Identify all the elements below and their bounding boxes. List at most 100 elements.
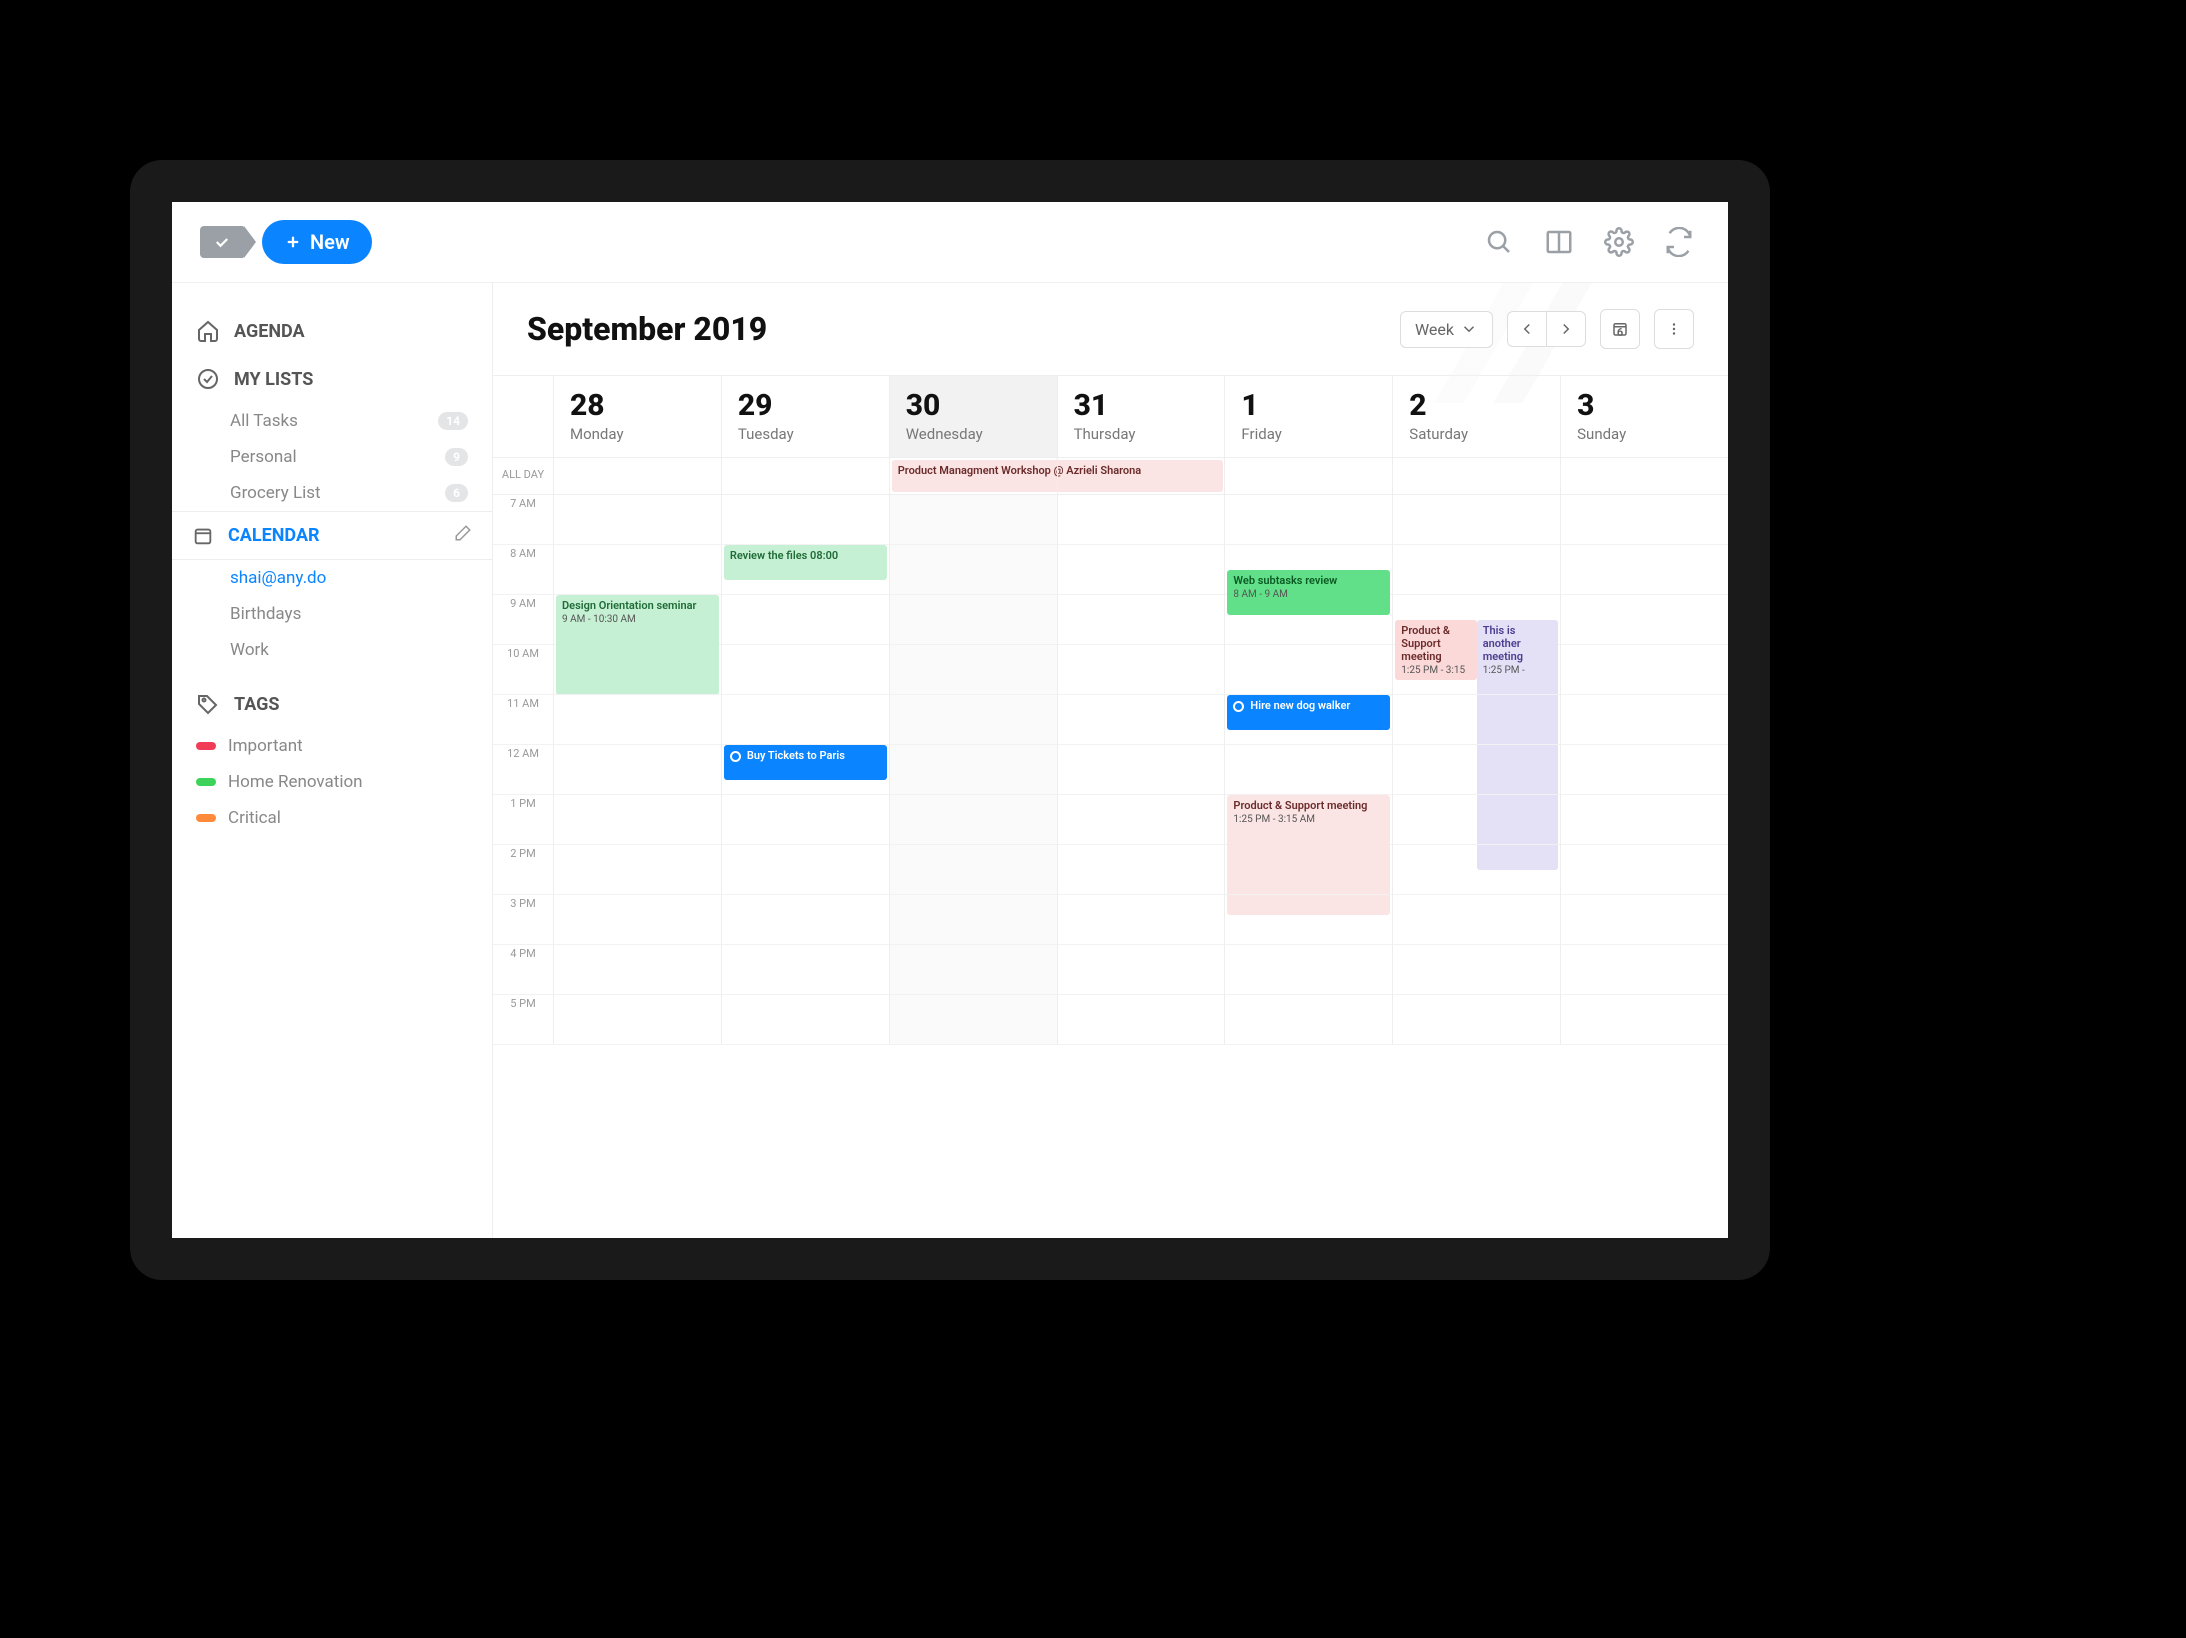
more-menu-button[interactable] bbox=[1654, 309, 1694, 349]
allday-cell[interactable] bbox=[553, 458, 721, 494]
hour-cell[interactable] bbox=[553, 995, 721, 1045]
sidebar-calendar[interactable]: CALENDAR bbox=[172, 511, 492, 560]
hour-cell[interactable] bbox=[1057, 945, 1225, 995]
search-icon[interactable] bbox=[1478, 221, 1520, 263]
hour-cell[interactable] bbox=[1057, 645, 1225, 695]
hour-cell[interactable] bbox=[889, 695, 1057, 745]
allday-cell[interactable] bbox=[1392, 458, 1560, 494]
hour-cell[interactable] bbox=[889, 845, 1057, 895]
hour-cell[interactable] bbox=[553, 795, 721, 845]
today-button[interactable]: 6 bbox=[1600, 309, 1640, 349]
sidebar-list-item[interactable]: All Tasks14 bbox=[172, 403, 492, 439]
hour-cell[interactable] bbox=[553, 545, 721, 595]
sidebar-calendar-item[interactable]: shai@any.do bbox=[172, 560, 492, 596]
hour-cell[interactable] bbox=[721, 945, 889, 995]
day-header[interactable]: 3Sunday bbox=[1560, 376, 1728, 457]
hour-cell[interactable] bbox=[1224, 745, 1392, 795]
hour-cell[interactable]: Web subtasks review8 AM - 9 AM bbox=[1224, 545, 1392, 595]
sidebar-tags[interactable]: TAGS bbox=[172, 680, 492, 728]
hour-cell[interactable] bbox=[721, 695, 889, 745]
sidebar-tag-item[interactable]: Home Renovation bbox=[172, 764, 492, 800]
sidebar-mylists[interactable]: MY LISTS bbox=[172, 355, 492, 403]
hour-cell[interactable] bbox=[1224, 595, 1392, 645]
hour-cell[interactable] bbox=[1224, 995, 1392, 1045]
hour-cell[interactable] bbox=[1057, 995, 1225, 1045]
hour-cell[interactable] bbox=[1392, 845, 1560, 895]
hour-cell[interactable] bbox=[721, 595, 889, 645]
hour-cell[interactable] bbox=[1560, 795, 1728, 845]
new-button[interactable]: New bbox=[262, 220, 372, 264]
hour-cell[interactable] bbox=[1392, 895, 1560, 945]
hour-cell[interactable]: Design Orientation seminar9 AM - 10:30 A… bbox=[553, 595, 721, 645]
hour-cell[interactable] bbox=[553, 945, 721, 995]
day-header[interactable]: 28Monday bbox=[553, 376, 721, 457]
hour-cell[interactable] bbox=[721, 495, 889, 545]
hour-cell[interactable] bbox=[1392, 545, 1560, 595]
day-header[interactable]: 2Saturday bbox=[1392, 376, 1560, 457]
hour-cell[interactable] bbox=[1057, 545, 1225, 595]
hour-cell[interactable] bbox=[1392, 745, 1560, 795]
hour-cell[interactable] bbox=[1224, 945, 1392, 995]
hour-cell[interactable] bbox=[1057, 695, 1225, 745]
sync-icon[interactable] bbox=[1658, 221, 1700, 263]
hour-cell[interactable] bbox=[721, 795, 889, 845]
hour-cell[interactable] bbox=[1560, 995, 1728, 1045]
hour-cell[interactable] bbox=[889, 895, 1057, 945]
hour-cell[interactable]: Product & Support meeting1:25 PM - 3:15 … bbox=[1224, 795, 1392, 845]
hour-cell[interactable] bbox=[1392, 795, 1560, 845]
hour-cell[interactable] bbox=[1560, 695, 1728, 745]
sidebar-tag-item[interactable]: Critical bbox=[172, 800, 492, 836]
hour-cell[interactable] bbox=[1392, 945, 1560, 995]
allday-cell[interactable] bbox=[1224, 458, 1392, 494]
day-header[interactable]: 31Thursday bbox=[1057, 376, 1225, 457]
allday-cell[interactable] bbox=[721, 458, 889, 494]
hour-cell[interactable]: Hire new dog walker bbox=[1224, 695, 1392, 745]
sidebar-list-item[interactable]: Personal9 bbox=[172, 439, 492, 475]
hour-cell[interactable] bbox=[721, 645, 889, 695]
hour-cell[interactable] bbox=[1560, 845, 1728, 895]
hour-cell[interactable]: Product & Support meeting1:25 PM - 3:15T… bbox=[1392, 595, 1560, 645]
sidebar-calendar-item[interactable]: Birthdays bbox=[172, 596, 492, 632]
hour-cell[interactable] bbox=[1224, 845, 1392, 895]
sidebar-agenda[interactable]: AGENDA bbox=[172, 307, 492, 355]
hour-cell[interactable] bbox=[889, 995, 1057, 1045]
hour-cell[interactable] bbox=[1560, 595, 1728, 645]
hour-cell[interactable] bbox=[553, 645, 721, 695]
hour-cell[interactable] bbox=[721, 895, 889, 945]
app-logo-icon[interactable] bbox=[200, 226, 244, 258]
hour-cell[interactable] bbox=[1057, 845, 1225, 895]
hour-cell[interactable] bbox=[1057, 595, 1225, 645]
hour-cell[interactable] bbox=[1392, 645, 1560, 695]
hour-cell[interactable] bbox=[889, 495, 1057, 545]
hour-cell[interactable] bbox=[889, 645, 1057, 695]
calendar-event[interactable]: Buy Tickets to Paris bbox=[724, 745, 887, 780]
hour-cell[interactable] bbox=[721, 845, 889, 895]
hour-cell[interactable] bbox=[889, 795, 1057, 845]
next-button[interactable] bbox=[1546, 312, 1585, 346]
edit-pencil-icon[interactable] bbox=[454, 524, 472, 547]
hour-cell[interactable] bbox=[1560, 945, 1728, 995]
hour-cell[interactable] bbox=[1057, 745, 1225, 795]
panels-icon[interactable] bbox=[1538, 221, 1580, 263]
hour-cell[interactable] bbox=[889, 595, 1057, 645]
hour-cell[interactable] bbox=[889, 945, 1057, 995]
sidebar-calendar-item[interactable]: Work bbox=[172, 632, 492, 668]
hour-cell[interactable] bbox=[1224, 895, 1392, 945]
allday-cell[interactable]: Product Managment Workshop @ Azrieli Sha… bbox=[889, 458, 1057, 494]
hour-cell[interactable] bbox=[1560, 495, 1728, 545]
hour-cell[interactable] bbox=[1560, 895, 1728, 945]
calendar-event[interactable]: Review the files 08:00 bbox=[724, 545, 887, 580]
settings-gear-icon[interactable] bbox=[1598, 221, 1640, 263]
hour-cell[interactable] bbox=[553, 695, 721, 745]
hour-cell[interactable] bbox=[1057, 495, 1225, 545]
hour-cell[interactable] bbox=[1224, 495, 1392, 545]
hour-cell[interactable] bbox=[721, 995, 889, 1045]
calendar-event[interactable]: Hire new dog walker bbox=[1227, 695, 1390, 730]
time-grid-scroll[interactable]: 7 AM8 AMReview the files 08:00Web subtas… bbox=[493, 495, 1728, 1238]
hour-cell[interactable] bbox=[1560, 645, 1728, 695]
hour-cell[interactable] bbox=[1392, 695, 1560, 745]
hour-cell[interactable] bbox=[889, 545, 1057, 595]
hour-cell[interactable] bbox=[553, 745, 721, 795]
hour-cell[interactable] bbox=[553, 845, 721, 895]
hour-cell[interactable] bbox=[1057, 795, 1225, 845]
